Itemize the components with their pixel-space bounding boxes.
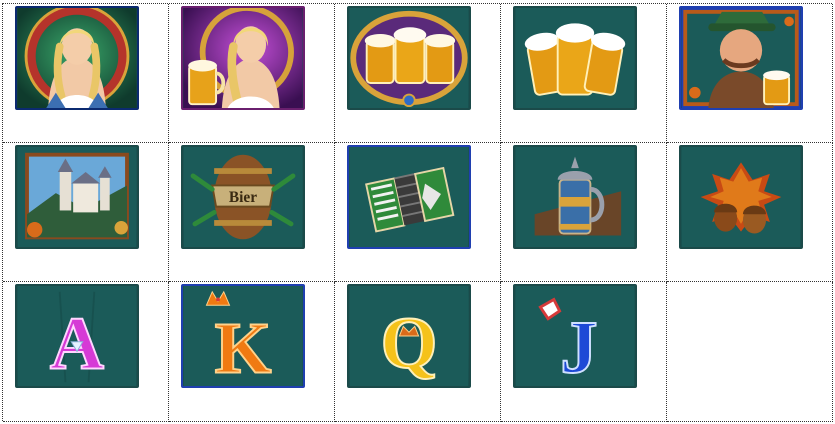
cell-r3c2: K <box>169 282 335 422</box>
beer-stein-icon <box>515 147 635 247</box>
cell-r2c2: Bier <box>169 143 335 282</box>
symbol-accordion <box>347 145 471 249</box>
letter-q: Q <box>381 302 438 383</box>
acorns-leaves-icon <box>681 147 801 247</box>
cell-r2c1 <box>3 143 169 282</box>
bavarian-man-icon <box>681 8 801 108</box>
cell-r2c5 <box>667 143 833 282</box>
barrel-icon: Bier <box>183 147 303 247</box>
cell-r1c5 <box>667 4 833 143</box>
cell-r1c4 <box>501 4 667 143</box>
paytable-grid: Bier K Q J <box>2 3 833 422</box>
letter-j: J <box>560 307 598 386</box>
castle-icon <box>17 147 137 247</box>
symbol-letter-k: K <box>181 284 305 388</box>
barrel-label: Bier <box>229 189 257 206</box>
symbol-autumn-leaves-acorns <box>679 145 803 249</box>
letter-q-icon: Q <box>349 286 469 386</box>
symbol-letter-j: J <box>513 284 637 388</box>
beer-splash-icon <box>515 8 635 108</box>
symbol-letter-q: Q <box>347 284 471 388</box>
cell-r1c1 <box>3 4 169 143</box>
symbol-bier-barrel: Bier <box>181 145 305 249</box>
letter-j-icon: J <box>515 286 635 386</box>
symbol-blonde-woman-with-beer <box>181 6 305 110</box>
cell-r2c3 <box>335 143 501 282</box>
beer-mugs-icon <box>349 8 469 108</box>
symbol-castle <box>15 145 139 249</box>
symbol-bavarian-man-with-beer <box>679 6 803 110</box>
cell-r1c3 <box>335 4 501 143</box>
cell-r3c5-empty <box>667 282 833 422</box>
symbol-blonde-woman-wild <box>15 6 139 110</box>
symbol-beer-mugs-splash <box>513 6 637 110</box>
accordion-icon <box>349 147 469 247</box>
cell-r3c3: Q <box>335 282 501 422</box>
cell-r3c4: J <box>501 282 667 422</box>
letter-k-icon: K <box>183 286 303 386</box>
cell-r2c4 <box>501 143 667 282</box>
cell-r3c1: A <box>3 282 169 422</box>
symbol-beer-stein <box>513 145 637 249</box>
letter-a-icon: A <box>17 286 137 386</box>
woman-with-beer-icon <box>183 8 303 108</box>
symbol-letter-a: A <box>15 284 139 388</box>
cell-r1c2 <box>169 4 335 143</box>
blonde-woman-icon <box>17 8 137 108</box>
letter-k: K <box>215 308 272 386</box>
symbol-beer-mugs-gold-frame <box>347 6 471 110</box>
